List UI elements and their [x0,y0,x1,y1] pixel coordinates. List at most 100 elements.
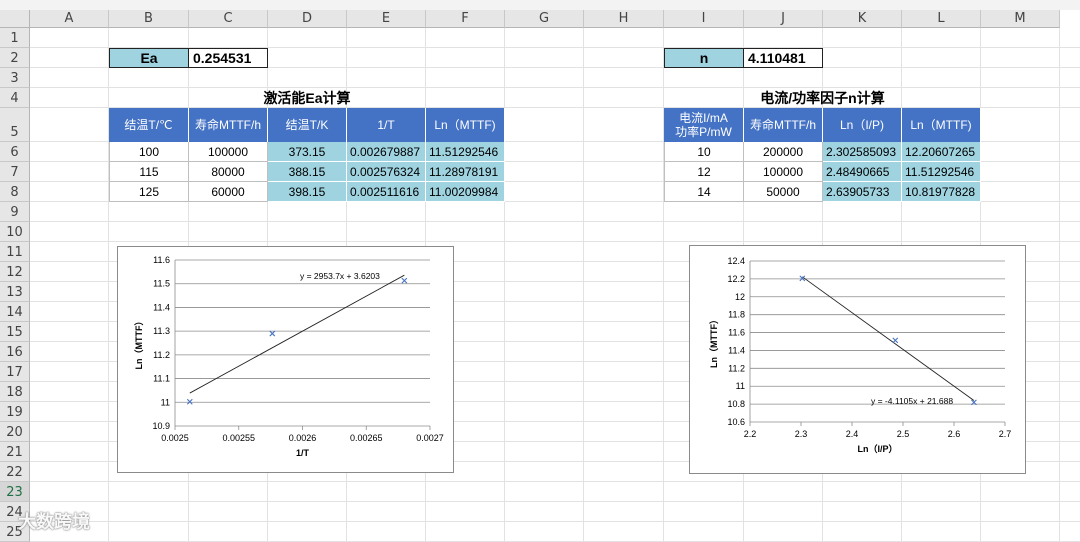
row-header[interactable]: 5 [0,108,30,142]
row-header[interactable]: 4 [0,88,30,108]
row-header[interactable]: 16 [0,342,30,362]
table1-data-cell[interactable]: 398.15 [268,182,347,202]
row-header[interactable]: 15 [0,322,30,342]
y-tick-label: 11.2 [153,350,170,360]
data-point [269,330,276,337]
table1-header-cell[interactable]: 寿命MTTF/h [189,108,268,142]
ea-label-cell[interactable]: Ea [109,48,189,68]
table1-data-cell[interactable]: 0.002511616 [347,182,426,202]
row-header[interactable]: 12 [0,262,30,282]
row-header[interactable]: 18 [0,382,30,402]
chart-ea[interactable]: 10.9 11 11.1 11.2 11.3 11.4 11.5 11.6 0.0025 0.00… [117,246,454,473]
row-header[interactable]: 9 [0,202,30,222]
y-tick-label: 11.6 [728,328,745,338]
ea-value-cell[interactable]: 0.254531 [189,48,268,68]
table1-data-cell[interactable]: 11.28978191 [426,162,505,182]
table2-header-cell[interactable]: Ln（MTTF) [902,108,981,142]
row-header[interactable]: 6 [0,142,30,162]
table2-data-cell[interactable]: 11.51292546 [902,162,981,182]
column-header[interactable]: K [823,10,902,28]
table1-header-cell[interactable]: 结温T/℃ [109,108,189,142]
y-tick-label: 10.8 [727,399,745,409]
column-header[interactable]: F [426,10,505,28]
table1-header-cell[interactable]: Ln（MTTF) [426,108,505,142]
table2-data-cell[interactable]: 2.63905733 [823,182,902,202]
column-header[interactable]: M [981,10,1060,28]
row-header[interactable]: 8 [0,182,30,202]
x-tick-label: 2.7 [999,429,1012,439]
row-header[interactable]: 23 [0,482,30,502]
x-tick-label: 2.3 [795,429,808,439]
row-header[interactable]: 3 [0,68,30,88]
grid-column-line [583,28,584,542]
table2-header-cell[interactable]: 电流I/mA 功率P/mW [664,108,744,142]
column-header[interactable]: D [268,10,347,28]
row-header[interactable]: 11 [0,242,30,262]
table1-data-cell[interactable]: 0.002679887 [347,142,426,162]
table1-data-cell[interactable]: 100 [109,142,189,162]
row-header[interactable]: 19 [0,402,30,422]
table1-data-cell[interactable]: 388.15 [268,162,347,182]
table2-data-cell[interactable]: 200000 [744,142,823,162]
grid-row-line [30,501,1080,502]
row-header[interactable]: 17 [0,362,30,382]
table2-data-cell[interactable]: 14 [664,182,744,202]
x-tick-label: 0.0025 [161,433,189,443]
table1-header-cell[interactable]: 结温T/K [268,108,347,142]
table2-data-cell[interactable]: 10.81977828 [902,182,981,202]
table2-data-cell[interactable]: 10 [664,142,744,162]
table2-data-cell[interactable]: 2.48490665 [823,162,902,182]
column-header[interactable]: B [109,10,189,28]
column-header[interactable]: J [744,10,823,28]
table2-data-cell[interactable]: 2.302585093 [823,142,902,162]
table1-header-cell[interactable]: 1/T [347,108,426,142]
column-header[interactable]: C [189,10,268,28]
y-tick-label: 11.3 [153,326,170,336]
table2-header-cell[interactable]: 寿命MTTF/h [744,108,823,142]
column-header[interactable]: G [505,10,584,28]
table1-data-cell[interactable]: 11.00209984 [426,182,505,202]
table1-data-cell[interactable]: 0.002576324 [347,162,426,182]
row-header[interactable]: 2 [0,48,30,68]
row-header[interactable]: 22 [0,462,30,482]
table1-data-cell[interactable]: 11.51292546 [426,142,505,162]
column-header[interactable]: I [664,10,744,28]
row-header[interactable]: 14 [0,302,30,322]
table1-data-cell[interactable]: 125 [109,182,189,202]
row-header[interactable]: 20 [0,422,30,442]
table2-data-cell[interactable]: 12 [664,162,744,182]
chart-n-svg: 10.6 10.8 11 11.2 11.4 11.6 11.8 12 12.2 12.4 2.2 2… [709,256,1012,454]
table1-title[interactable]: 激活能Ea计算 [109,88,505,108]
data-point [186,398,193,405]
row-header[interactable]: 7 [0,162,30,182]
n-value-cell[interactable]: 4.110481 [744,48,823,68]
data-point [892,337,899,344]
watermark-text: 大数跨境 [18,512,90,533]
grid-row-line [30,221,1080,222]
chart-n[interactable]: 10.6 10.8 11 11.2 11.4 11.6 11.8 12 12.2 12.4 2.2 2… [689,245,1026,474]
select-all-corner[interactable] [0,10,30,28]
row-header[interactable]: 13 [0,282,30,302]
table1-data-cell[interactable]: 60000 [189,182,268,202]
row-header[interactable]: 1 [0,28,30,48]
column-header[interactable]: A [30,10,109,28]
grid-column-line [1059,28,1060,542]
toolbar-strip [0,0,1080,10]
y-tick-label: 11 [161,397,170,407]
table2-title[interactable]: 电流/功率因子n计算 [664,88,981,108]
row-header[interactable]: 21 [0,442,30,462]
column-header[interactable]: E [347,10,426,28]
table1-data-cell[interactable]: 100000 [189,142,268,162]
table2-data-cell[interactable]: 50000 [744,182,823,202]
n-label-cell[interactable]: n [664,48,744,68]
column-header[interactable]: H [584,10,664,28]
table1-data-cell[interactable]: 373.15 [268,142,347,162]
column-header[interactable]: L [902,10,981,28]
table2-header-cell[interactable]: Ln（I/P) [823,108,902,142]
row-header[interactable]: 10 [0,222,30,242]
x-tick-label: 0.0027 [416,433,444,443]
table1-data-cell[interactable]: 80000 [189,162,268,182]
table2-data-cell[interactable]: 100000 [744,162,823,182]
table1-data-cell[interactable]: 115 [109,162,189,182]
table2-data-cell[interactable]: 12.20607265 [902,142,981,162]
